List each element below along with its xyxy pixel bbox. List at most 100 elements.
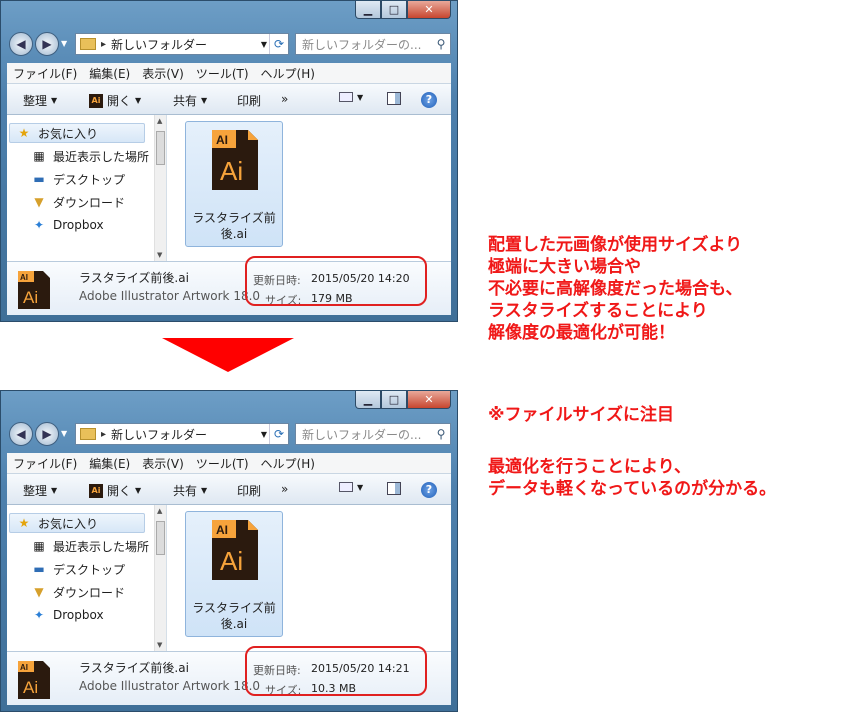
search-box[interactable]: 新しいフォルダーの... ⚲ <box>295 423 451 445</box>
more-label: » <box>281 92 289 106</box>
sidebar-item-favorites[interactable]: ★ お気に入り <box>9 513 145 533</box>
file-item[interactable]: AI Ai ラスタライズ前 後.ai <box>185 121 283 247</box>
menu-help[interactable]: ヘルプ(H) <box>255 65 321 82</box>
breadcrumb-chevron-icon[interactable]: ▸ <box>101 429 106 440</box>
share-button[interactable]: 共有 ▼ <box>173 482 207 499</box>
desktop-icon: ▬ <box>33 562 45 576</box>
print-button[interactable]: 印刷 <box>237 482 261 499</box>
highlight-box <box>245 256 427 306</box>
ai-tab-text: AI <box>216 523 228 537</box>
search-icon[interactable]: ⚲ <box>432 37 450 51</box>
menu-file[interactable]: ファイル(F) <box>7 455 83 472</box>
back-button[interactable]: ◀ <box>9 32 33 56</box>
file-item[interactable]: AI Ai ラスタライズ前 後.ai <box>185 511 283 637</box>
help-icon: ? <box>421 92 437 108</box>
address-dropdown-icon[interactable]: ▼ <box>261 40 267 49</box>
close-button[interactable]: ✕ <box>407 1 451 19</box>
menu-edit[interactable]: 編集(E) <box>83 455 136 472</box>
menu-help[interactable]: ヘルプ(H) <box>255 455 321 472</box>
help-button[interactable]: ? <box>421 482 437 498</box>
breadcrumb-chevron-icon[interactable]: ▸ <box>101 39 106 50</box>
folder-icon <box>80 428 96 440</box>
sidebar-item-recent-places[interactable]: ▦ 最近表示した場所 <box>31 536 149 556</box>
scroll-down-icon[interactable]: ▼ <box>157 641 162 649</box>
sidebar-item-dropbox[interactable]: ✦ Dropbox <box>31 605 104 625</box>
more-commands-button[interactable]: » <box>281 482 288 496</box>
scrollbar-thumb[interactable] <box>156 521 165 555</box>
history-dropdown-icon[interactable]: ▼ <box>61 429 67 438</box>
open-button[interactable]: Ai 開く ▼ <box>89 92 141 109</box>
address-text[interactable]: 新しいフォルダー <box>111 36 261 53</box>
refresh-icon[interactable]: ⟳ <box>269 424 288 444</box>
forward-button[interactable]: ▶ <box>35 32 59 56</box>
search-icon[interactable]: ⚲ <box>432 427 450 441</box>
sidebar-item-label: 最近表示した場所 <box>53 149 150 164</box>
scrollbar-thumb[interactable] <box>156 131 165 165</box>
content-area: ★ お気に入り ▦ 最近表示した場所 ▬ デスクトップ ▼ ダウンロード ✦ D… <box>7 505 451 651</box>
print-label: 印刷 <box>237 94 262 108</box>
refresh-icon[interactable]: ⟳ <box>269 34 288 54</box>
address-bar[interactable]: ▸ 新しいフォルダー ▼ ⟳ <box>75 33 289 55</box>
maximize-button[interactable]: □ <box>381 1 407 19</box>
command-bar: 整理 ▼ Ai 開く ▼ 共有 ▼ 印刷 » ▼ ? <box>7 83 451 115</box>
search-box[interactable]: 新しいフォルダーの... ⚲ <box>295 33 451 55</box>
highlight-box <box>245 646 427 696</box>
sidebar-item-favorites[interactable]: ★ お気に入り <box>9 123 145 143</box>
organize-button[interactable]: 整理 ▼ <box>23 482 57 499</box>
sidebar-item-label: ダウンロード <box>53 195 126 210</box>
address-bar[interactable]: ▸ 新しいフォルダー ▼ ⟳ <box>75 423 289 445</box>
search-placeholder[interactable]: 新しいフォルダーの... <box>296 36 432 53</box>
menu-view[interactable]: 表示(V) <box>136 455 190 472</box>
address-dropdown-icon[interactable]: ▼ <box>261 430 267 439</box>
command-bar: 整理 ▼ Ai 開く ▼ 共有 ▼ 印刷 » ▼ ? <box>7 473 451 505</box>
sidebar-item-downloads[interactable]: ▼ ダウンロード <box>31 192 125 212</box>
menu-tools[interactable]: ツール(T) <box>190 65 255 82</box>
down-arrow-icon: ▼ <box>51 96 58 105</box>
minimize-button[interactable]: ▁ <box>355 1 381 19</box>
sidebar-item-downloads[interactable]: ▼ ダウンロード <box>31 582 125 602</box>
ai-file-icon: AI Ai <box>212 520 258 580</box>
change-view-button[interactable]: ▼ <box>339 482 363 492</box>
share-label: 共有 <box>173 94 198 108</box>
note-line: 極端に大きい場合や <box>488 257 641 277</box>
sidebar-item-desktop[interactable]: ▬ デスクトップ <box>31 559 125 579</box>
menu-tools[interactable]: ツール(T) <box>190 455 255 472</box>
down-arrow-icon: ▼ <box>51 486 58 495</box>
preview-pane-button[interactable] <box>387 482 401 495</box>
share-button[interactable]: 共有 ▼ <box>173 92 207 109</box>
more-commands-button[interactable]: » <box>281 92 288 106</box>
organize-button[interactable]: 整理 ▼ <box>23 92 57 109</box>
sidebar-item-dropbox[interactable]: ✦ Dropbox <box>31 215 104 235</box>
minimize-button[interactable]: ▁ <box>355 391 381 409</box>
search-placeholder[interactable]: 新しいフォルダーの... <box>296 426 432 443</box>
note-line: 解像度の最適化が可能！ <box>488 323 675 343</box>
sidebar-item-recent-places[interactable]: ▦ 最近表示した場所 <box>31 146 149 166</box>
forward-button[interactable]: ▶ <box>35 422 59 446</box>
star-icon: ★ <box>18 516 30 530</box>
ai-app-icon: Ai <box>89 93 103 108</box>
sidebar-item-desktop[interactable]: ▬ デスクトップ <box>31 169 125 189</box>
note-line: ラスタライズすることにより <box>488 301 708 321</box>
details-file-type: Adobe Illustrator Artwork 18.0 <box>79 679 261 693</box>
back-button[interactable]: ◀ <box>9 422 33 446</box>
menu-file[interactable]: ファイル(F) <box>7 65 83 82</box>
sidebar-scrollbar[interactable]: ▲ ▼ <box>154 505 166 651</box>
scroll-down-icon[interactable]: ▼ <box>157 251 162 259</box>
scroll-up-icon[interactable]: ▲ <box>157 507 162 515</box>
scroll-up-icon[interactable]: ▲ <box>157 117 162 125</box>
file-name-line: ラスタライズ前 <box>192 601 276 615</box>
close-button[interactable]: ✕ <box>407 391 451 409</box>
change-view-button[interactable]: ▼ <box>339 92 363 102</box>
sidebar-item-label: デスクトップ <box>53 172 126 187</box>
history-dropdown-icon[interactable]: ▼ <box>61 39 67 48</box>
address-text[interactable]: 新しいフォルダー <box>111 426 261 443</box>
preview-pane-button[interactable] <box>387 92 401 105</box>
sidebar-scrollbar[interactable]: ▲ ▼ <box>154 115 166 261</box>
recent-places-icon: ▦ <box>33 539 45 553</box>
print-button[interactable]: 印刷 <box>237 92 261 109</box>
menu-edit[interactable]: 編集(E) <box>83 65 136 82</box>
maximize-button[interactable]: □ <box>381 391 407 409</box>
open-button[interactable]: Ai 開く ▼ <box>89 482 141 499</box>
menu-view[interactable]: 表示(V) <box>136 65 190 82</box>
help-button[interactable]: ? <box>421 92 437 108</box>
